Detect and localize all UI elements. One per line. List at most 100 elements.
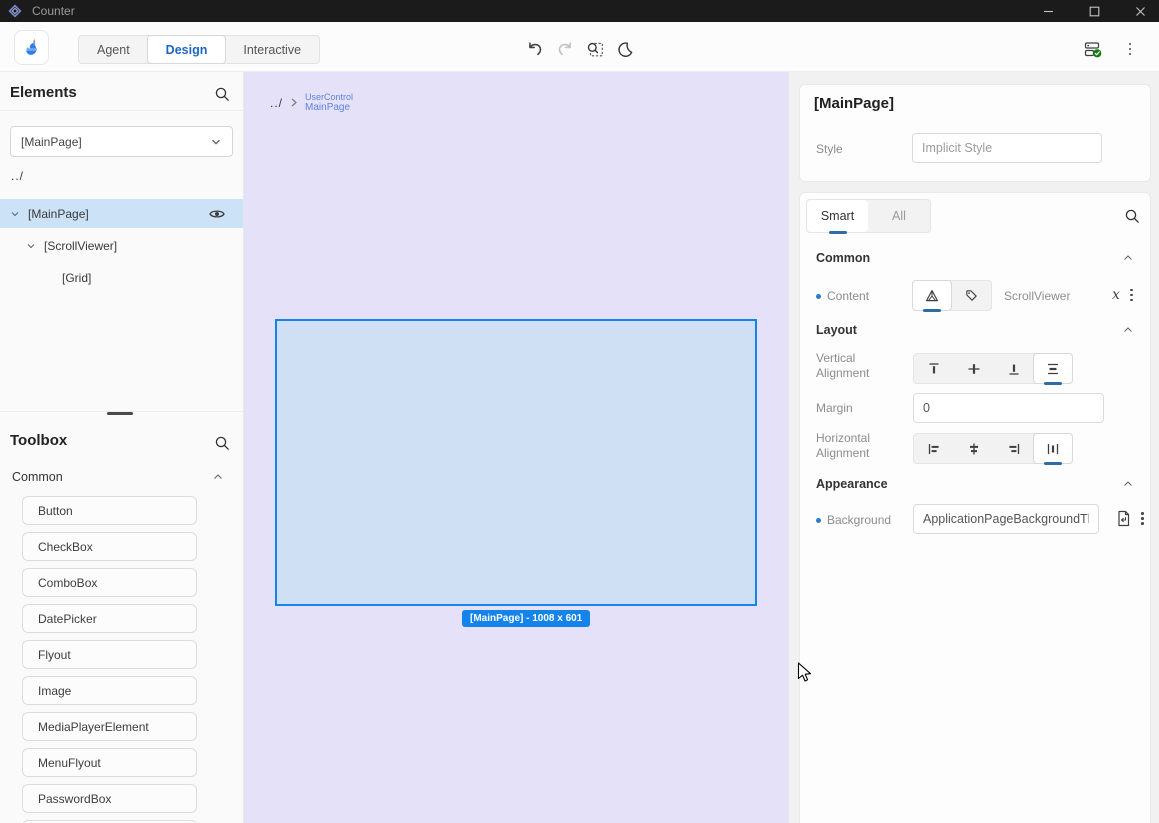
halign-left-button[interactable] xyxy=(914,434,954,463)
active-toggle-indicator xyxy=(923,309,941,312)
kebab-icon xyxy=(1129,43,1132,56)
content-tag-toggle[interactable] xyxy=(951,281,991,310)
valign-top-button[interactable] xyxy=(914,354,954,383)
tab-smart-label: Smart xyxy=(821,209,854,223)
margin-label: Margin xyxy=(816,401,853,415)
elements-search-button[interactable] xyxy=(214,86,231,103)
left-panel: Elements [MainPage] ../ [MainPage] [ xyxy=(0,72,244,823)
tab-interactive-label: Interactive xyxy=(243,43,301,57)
search-icon xyxy=(214,86,231,103)
theme-toggle-button[interactable] xyxy=(616,40,634,58)
chevron-up-icon[interactable] xyxy=(212,472,224,482)
app-window: Counter Agent Design Interactive xyxy=(0,0,1159,823)
active-tab-indicator xyxy=(829,231,847,234)
visibility-eye-icon[interactable] xyxy=(209,208,225,220)
kebab-icon[interactable] xyxy=(1141,512,1144,525)
tree-item-label: [ScrollViewer] xyxy=(44,239,117,253)
binding-x-icon[interactable]: x xyxy=(1112,287,1120,303)
properties-search-button[interactable] xyxy=(1124,208,1141,225)
margin-input[interactable] xyxy=(913,393,1104,423)
valign-stretch-button[interactable] xyxy=(1033,353,1073,384)
toolbox-item-label: PasswordBox xyxy=(38,792,111,806)
tree-item-mainpage[interactable]: [MainPage] xyxy=(0,199,244,228)
content-mode-toggle xyxy=(912,280,992,311)
app-logo-icon xyxy=(7,3,23,19)
section-layout[interactable]: Layout xyxy=(816,323,857,337)
mode-switcher: Agent Design Interactive xyxy=(78,35,320,64)
tab-design[interactable]: Design xyxy=(147,35,227,64)
redo-button[interactable] xyxy=(556,40,574,58)
halign-center-button[interactable] xyxy=(954,434,994,463)
chevron-down-icon xyxy=(210,136,222,148)
resource-reference-icon[interactable] xyxy=(1116,510,1131,527)
changes-review-button[interactable] xyxy=(1084,40,1102,58)
halign-right-button[interactable] xyxy=(994,434,1034,463)
property-filter-tabs: Smart All xyxy=(806,199,931,233)
toolbox-item-passwordbox[interactable]: PasswordBox xyxy=(22,784,197,813)
valign-center-button[interactable] xyxy=(954,354,994,383)
mouse-cursor xyxy=(797,662,813,684)
content-label: Content xyxy=(816,289,869,303)
tree-expander-icon[interactable] xyxy=(10,209,20,219)
horizontal-alignment-group xyxy=(913,433,1073,464)
maximize-button[interactable] xyxy=(1077,0,1111,22)
inspect-region-icon xyxy=(586,40,604,58)
toolbox-section-common[interactable]: Common xyxy=(12,470,63,484)
mainpage-design-surface[interactable] xyxy=(275,319,757,606)
toolbox-item-datepicker[interactable]: DatePicker xyxy=(22,604,197,633)
background-input[interactable] xyxy=(913,504,1099,534)
page-selector-dropdown[interactable]: [MainPage] xyxy=(10,126,233,157)
toolbox-item-button[interactable]: Button xyxy=(22,496,197,525)
canvas-breadcrumb-component[interactable]: UserControl MainPage xyxy=(305,92,353,114)
toolbox-item-mediaplayerelement[interactable]: MediaPlayerElement xyxy=(22,712,197,741)
tree-expander-icon[interactable] xyxy=(26,241,36,251)
design-canvas[interactable]: ../ UserControl MainPage [MainPage] - 10… xyxy=(244,72,789,823)
panel-resize-handle[interactable] xyxy=(107,412,133,415)
elements-breadcrumb[interactable]: ../ xyxy=(11,169,24,183)
flame-icon xyxy=(22,37,42,59)
close-button[interactable] xyxy=(1123,0,1157,22)
toolbox-item-checkbox[interactable]: CheckBox xyxy=(22,532,197,561)
content-value: ScrollViewer xyxy=(1004,289,1070,303)
toolbox-item-combobox[interactable]: ComboBox xyxy=(22,568,197,597)
tab-interactive[interactable]: Interactive xyxy=(225,36,319,63)
tab-agent-label: Agent xyxy=(97,43,130,57)
undo-icon xyxy=(526,40,544,58)
toolbox-panel-title: Toolbox xyxy=(10,432,67,449)
elements-panel-title: Elements xyxy=(10,84,77,101)
toolbox-item-label: MenuFlyout xyxy=(38,756,101,770)
background-label: Background xyxy=(816,513,891,527)
toolbox-item-menuflyout[interactable]: MenuFlyout xyxy=(22,748,197,777)
hot-design-flame-button[interactable] xyxy=(14,30,49,65)
moon-icon xyxy=(617,41,634,58)
undo-button[interactable] xyxy=(526,40,544,58)
toolbox-item-flyout[interactable]: Flyout xyxy=(22,640,197,669)
tree-item-grid[interactable]: [Grid] xyxy=(0,263,244,292)
chevron-up-icon[interactable] xyxy=(1122,479,1134,489)
tab-smart[interactable]: Smart xyxy=(807,200,868,232)
toolbox-item-image[interactable]: Image xyxy=(22,676,197,705)
canvas-breadcrumb-root[interactable]: ../ xyxy=(270,96,283,110)
section-common[interactable]: Common xyxy=(816,251,870,265)
inspect-element-button[interactable] xyxy=(586,40,604,58)
minimize-button[interactable] xyxy=(1031,0,1065,22)
task-complete-icon xyxy=(1084,40,1102,59)
stretch-horizontal-icon xyxy=(1045,441,1061,457)
toolbox-search-button[interactable] xyxy=(214,435,231,452)
valign-bottom-button[interactable] xyxy=(994,354,1034,383)
halign-stretch-button[interactable] xyxy=(1033,433,1073,464)
stretch-vertical-icon xyxy=(1045,361,1061,377)
toolbox-item-label: MediaPlayerElement xyxy=(38,720,149,734)
content-visual-tree-toggle[interactable] xyxy=(912,280,952,311)
chevron-up-icon[interactable] xyxy=(1122,253,1134,263)
tab-agent[interactable]: Agent xyxy=(79,36,148,63)
tree-item-scrollviewer[interactable]: [ScrollViewer] xyxy=(0,231,244,260)
kebab-icon[interactable] xyxy=(1130,289,1133,302)
tab-all[interactable]: All xyxy=(868,200,930,232)
section-appearance[interactable]: Appearance xyxy=(816,477,888,491)
more-options-button[interactable] xyxy=(1121,40,1139,58)
align-vcenter-icon xyxy=(966,361,982,377)
chevron-up-icon[interactable] xyxy=(1122,325,1134,335)
tree-item-label: [Grid] xyxy=(62,271,91,285)
style-input[interactable] xyxy=(912,133,1102,163)
